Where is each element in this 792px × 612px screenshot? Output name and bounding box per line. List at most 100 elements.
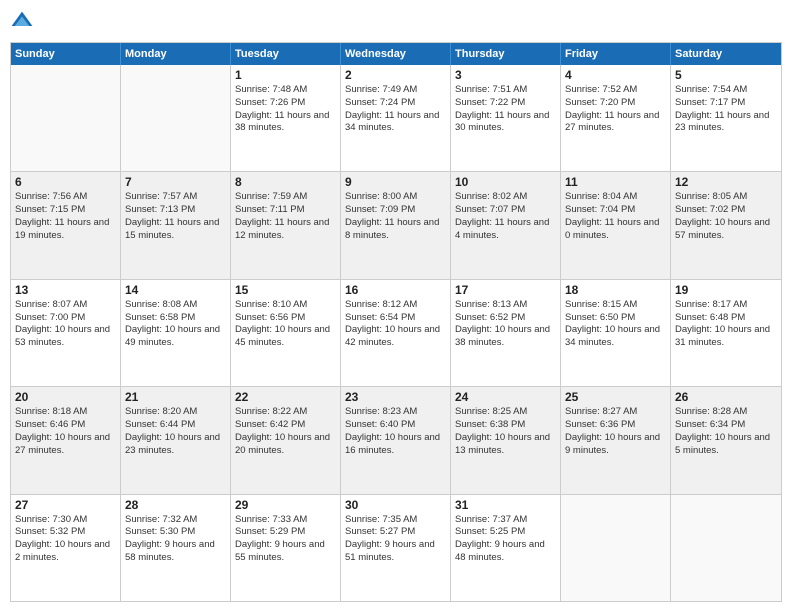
day-number: 9 [345, 175, 446, 189]
header-cell-tuesday: Tuesday [231, 43, 341, 65]
day-info: Sunrise: 7:30 AM Sunset: 5:32 PM Dayligh… [15, 514, 116, 565]
day-info: Sunrise: 8:18 AM Sunset: 6:46 PM Dayligh… [15, 406, 116, 457]
calendar-cell: 7 Sunrise: 7:57 AM Sunset: 7:13 PM Daylig… [121, 172, 231, 278]
day-number: 14 [125, 283, 226, 297]
day-info: Sunrise: 8:22 AM Sunset: 6:42 PM Dayligh… [235, 406, 336, 457]
calendar-cell: 26 Sunrise: 8:28 AM Sunset: 6:34 PM Dayli… [671, 387, 781, 493]
calendar-cell: 8 Sunrise: 7:59 AM Sunset: 7:11 PM Daylig… [231, 172, 341, 278]
calendar-row: 27Sunrise: 7:30 AM Sunset: 5:32 PM Dayli… [11, 494, 781, 601]
calendar-cell: 18 Sunrise: 8:15 AM Sunset: 6:50 PM Dayli… [561, 280, 671, 386]
calendar-cell: 12 Sunrise: 8:05 AM Sunset: 7:02 PM Dayli… [671, 172, 781, 278]
day-number: 19 [675, 283, 777, 297]
calendar-cell: 11 Sunrise: 8:04 AM Sunset: 7:04 PM Dayli… [561, 172, 671, 278]
day-number: 4 [565, 68, 666, 82]
calendar-cell: 31 Sunrise: 7:37 AM Sunset: 5:25 PM Dayli… [451, 495, 561, 601]
calendar-cell: 23 Sunrise: 8:23 AM Sunset: 6:40 PM Dayli… [341, 387, 451, 493]
day-number: 30 [345, 498, 446, 512]
calendar-cell: 25Sunrise: 8:27 AM Sunset: 6:36 PM Dayli… [561, 387, 671, 493]
day-info: Sunrise: 8:05 AM Sunset: 7:02 PM Dayligh… [675, 191, 777, 242]
day-info: Sunrise: 7:51 AM Sunset: 7:22 PM Dayligh… [455, 84, 556, 135]
day-info: Sunrise: 8:15 AM Sunset: 6:50 PM Dayligh… [565, 299, 666, 350]
calendar-cell: 4 Sunrise: 7:52 AM Sunset: 7:20 PM Daylig… [561, 65, 671, 171]
day-info: Sunrise: 7:48 AM Sunset: 7:26 PM Dayligh… [235, 84, 336, 135]
calendar-row: 6 Sunrise: 7:56 AM Sunset: 7:15 PM Daylig… [11, 171, 781, 278]
day-number: 26 [675, 390, 777, 404]
page: SundayMondayTuesdayWednesdayThursdayFrid… [0, 0, 792, 612]
day-number: 13 [15, 283, 116, 297]
day-info: Sunrise: 8:25 AM Sunset: 6:38 PM Dayligh… [455, 406, 556, 457]
calendar-cell: 29Sunrise: 7:33 AM Sunset: 5:29 PM Dayli… [231, 495, 341, 601]
header-cell-saturday: Saturday [671, 43, 781, 65]
header-cell-sunday: Sunday [11, 43, 121, 65]
day-number: 3 [455, 68, 556, 82]
calendar-cell [11, 65, 121, 171]
day-number: 5 [675, 68, 777, 82]
day-number: 11 [565, 175, 666, 189]
day-number: 18 [565, 283, 666, 297]
calendar-cell: 16Sunrise: 8:12 AM Sunset: 6:54 PM Dayli… [341, 280, 451, 386]
day-info: Sunrise: 8:10 AM Sunset: 6:56 PM Dayligh… [235, 299, 336, 350]
calendar-cell: 5 Sunrise: 7:54 AM Sunset: 7:17 PM Daylig… [671, 65, 781, 171]
calendar: SundayMondayTuesdayWednesdayThursdayFrid… [10, 42, 782, 602]
calendar-cell: 15 Sunrise: 8:10 AM Sunset: 6:56 PM Dayli… [231, 280, 341, 386]
day-info: Sunrise: 8:23 AM Sunset: 6:40 PM Dayligh… [345, 406, 446, 457]
day-info: Sunrise: 7:52 AM Sunset: 7:20 PM Dayligh… [565, 84, 666, 135]
day-number: 20 [15, 390, 116, 404]
calendar-cell: 24 Sunrise: 8:25 AM Sunset: 6:38 PM Dayli… [451, 387, 561, 493]
calendar-cell: 22 Sunrise: 8:22 AM Sunset: 6:42 PM Dayli… [231, 387, 341, 493]
day-info: Sunrise: 8:13 AM Sunset: 6:52 PM Dayligh… [455, 299, 556, 350]
calendar-cell: 27Sunrise: 7:30 AM Sunset: 5:32 PM Dayli… [11, 495, 121, 601]
day-info: Sunrise: 8:04 AM Sunset: 7:04 PM Dayligh… [565, 191, 666, 242]
day-number: 2 [345, 68, 446, 82]
calendar-cell [671, 495, 781, 601]
calendar-cell: 19Sunrise: 8:17 AM Sunset: 6:48 PM Dayli… [671, 280, 781, 386]
day-number: 7 [125, 175, 226, 189]
calendar-cell: 6 Sunrise: 7:56 AM Sunset: 7:15 PM Daylig… [11, 172, 121, 278]
logo [10, 10, 38, 34]
header-cell-monday: Monday [121, 43, 231, 65]
day-info: Sunrise: 7:54 AM Sunset: 7:17 PM Dayligh… [675, 84, 777, 135]
day-info: Sunrise: 7:57 AM Sunset: 7:13 PM Dayligh… [125, 191, 226, 242]
calendar-cell [121, 65, 231, 171]
calendar-cell: 21Sunrise: 8:20 AM Sunset: 6:44 PM Dayli… [121, 387, 231, 493]
day-info: Sunrise: 7:37 AM Sunset: 5:25 PM Dayligh… [455, 514, 556, 565]
day-info: Sunrise: 8:27 AM Sunset: 6:36 PM Dayligh… [565, 406, 666, 457]
day-number: 1 [235, 68, 336, 82]
calendar-header: SundayMondayTuesdayWednesdayThursdayFrid… [11, 43, 781, 65]
day-info: Sunrise: 8:20 AM Sunset: 6:44 PM Dayligh… [125, 406, 226, 457]
calendar-row: 13 Sunrise: 8:07 AM Sunset: 7:00 PM Dayli… [11, 279, 781, 386]
day-number: 6 [15, 175, 116, 189]
calendar-cell: 30 Sunrise: 7:35 AM Sunset: 5:27 PM Dayli… [341, 495, 451, 601]
day-number: 8 [235, 175, 336, 189]
calendar-cell: 13 Sunrise: 8:07 AM Sunset: 7:00 PM Dayli… [11, 280, 121, 386]
day-number: 24 [455, 390, 556, 404]
day-number: 23 [345, 390, 446, 404]
day-info: Sunrise: 7:32 AM Sunset: 5:30 PM Dayligh… [125, 514, 226, 565]
day-info: Sunrise: 7:49 AM Sunset: 7:24 PM Dayligh… [345, 84, 446, 135]
day-info: Sunrise: 8:07 AM Sunset: 7:00 PM Dayligh… [15, 299, 116, 350]
day-number: 31 [455, 498, 556, 512]
calendar-body: 1 Sunrise: 7:48 AM Sunset: 7:26 PM Daylig… [11, 65, 781, 601]
day-info: Sunrise: 8:08 AM Sunset: 6:58 PM Dayligh… [125, 299, 226, 350]
header-cell-friday: Friday [561, 43, 671, 65]
header [10, 10, 782, 34]
day-number: 16 [345, 283, 446, 297]
day-info: Sunrise: 7:35 AM Sunset: 5:27 PM Dayligh… [345, 514, 446, 565]
calendar-cell: 20 Sunrise: 8:18 AM Sunset: 6:46 PM Dayli… [11, 387, 121, 493]
header-cell-wednesday: Wednesday [341, 43, 451, 65]
day-info: Sunrise: 7:56 AM Sunset: 7:15 PM Dayligh… [15, 191, 116, 242]
logo-icon [10, 10, 34, 34]
day-info: Sunrise: 8:28 AM Sunset: 6:34 PM Dayligh… [675, 406, 777, 457]
day-number: 17 [455, 283, 556, 297]
calendar-row: 1 Sunrise: 7:48 AM Sunset: 7:26 PM Daylig… [11, 65, 781, 171]
day-info: Sunrise: 7:59 AM Sunset: 7:11 PM Dayligh… [235, 191, 336, 242]
day-number: 10 [455, 175, 556, 189]
calendar-cell [561, 495, 671, 601]
day-info: Sunrise: 8:02 AM Sunset: 7:07 PM Dayligh… [455, 191, 556, 242]
day-number: 15 [235, 283, 336, 297]
day-number: 22 [235, 390, 336, 404]
day-info: Sunrise: 8:00 AM Sunset: 7:09 PM Dayligh… [345, 191, 446, 242]
calendar-cell: 3 Sunrise: 7:51 AM Sunset: 7:22 PM Daylig… [451, 65, 561, 171]
day-number: 12 [675, 175, 777, 189]
day-number: 29 [235, 498, 336, 512]
